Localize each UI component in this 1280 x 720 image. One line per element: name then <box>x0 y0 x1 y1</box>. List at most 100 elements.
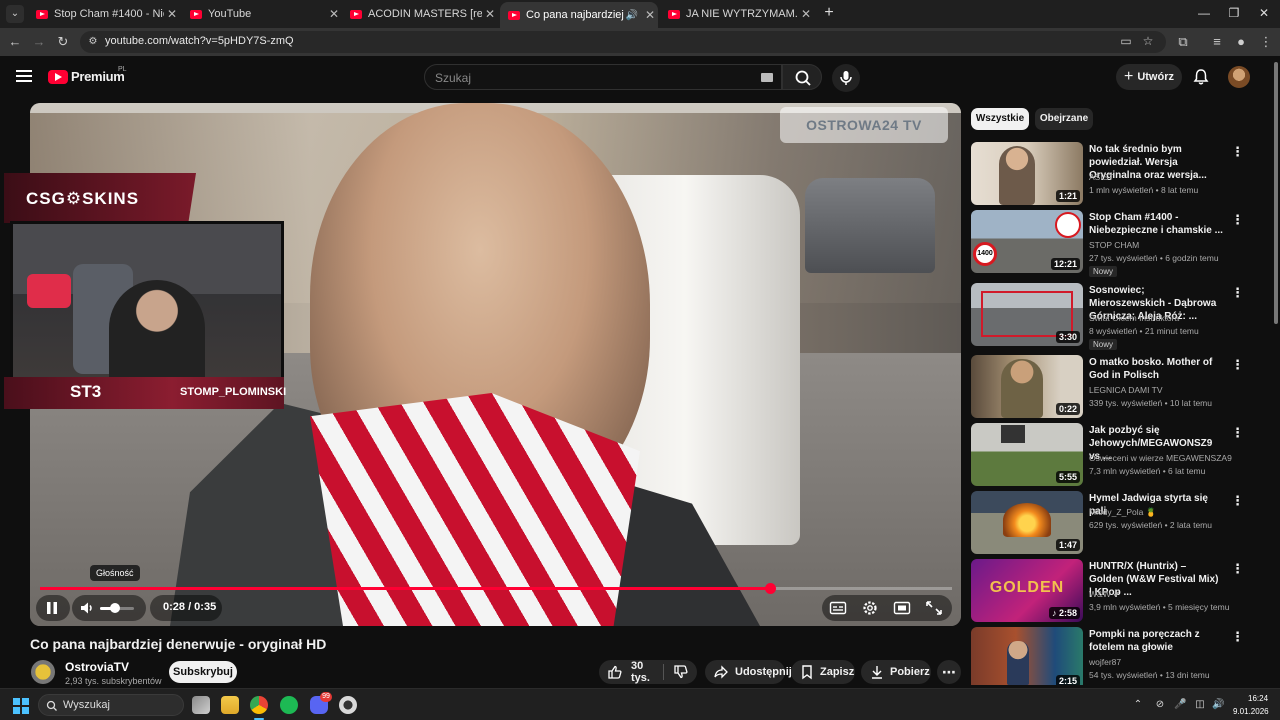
profile-icon[interactable]: ● <box>1233 34 1249 50</box>
browser-tab-4-active[interactable]: Co pana najbardziej denerwuje 🔊 ✕ <box>500 2 658 28</box>
more-vertical-icon[interactable]: ⋮ <box>1231 493 1244 509</box>
audio-playing-icon[interactable]: 🔊 <box>626 10 638 21</box>
video-thumbnail[interactable]: 2:15 <box>971 627 1083 685</box>
cast-icon[interactable]: ▭ <box>1118 34 1134 48</box>
recommended-video-2[interactable]: 1400 12:21 Stop Cham #1400 - Niebezpiecz… <box>971 210 1247 277</box>
task-view-icon[interactable] <box>192 696 210 714</box>
more-vertical-icon[interactable]: ⋮ <box>1231 212 1244 228</box>
search-input[interactable]: Szukaj <box>424 64 782 90</box>
tab-search-button[interactable]: ⌄ <box>6 5 24 23</box>
more-vertical-icon[interactable]: ⋮ <box>1231 285 1244 301</box>
create-button[interactable]: + Utwórz <box>1116 64 1182 90</box>
discord-icon[interactable]: 99 <box>310 692 332 714</box>
channel-name[interactable]: Oświeceni w wierze MEGAWENSZA9 <box>1089 453 1232 463</box>
recommended-video-6[interactable]: 1:47 Hymel Jadwiga styrta się pali Młody… <box>971 491 1247 555</box>
chip-all[interactable]: Wszystkie <box>971 108 1029 130</box>
more-actions-button[interactable]: ⋯ <box>937 660 961 684</box>
chrome-icon[interactable] <box>250 696 268 714</box>
channel-name[interactable]: Świat Okiem Instruktora <box>1089 313 1179 323</box>
theater-mode-icon[interactable] <box>892 599 912 617</box>
close-tab-icon[interactable]: ✕ <box>164 7 180 21</box>
more-vertical-icon[interactable]: ⋮ <box>1231 561 1244 577</box>
media-controls-icon[interactable]: ≡ <box>1209 34 1225 50</box>
taskbar-date[interactable]: 9.01.2026 <box>1233 707 1269 716</box>
taskbar-search[interactable]: Wyszukaj <box>38 694 184 716</box>
file-explorer-icon[interactable] <box>221 696 239 714</box>
browser-tab-1[interactable]: Stop Cham #1400 - Niebezpieczne ✕ <box>28 4 180 24</box>
channel-name[interactable]: wojfer87 <box>1089 657 1121 667</box>
video-thumbnail[interactable]: 5:55 <box>971 423 1083 486</box>
video-thumbnail[interactable]: 1:21 <box>971 142 1083 205</box>
channel-name[interactable]: STOP CHAM <box>1089 240 1139 250</box>
spotify-icon[interactable] <box>280 696 298 714</box>
close-tab-icon[interactable]: ✕ <box>326 7 342 21</box>
video-thumbnail[interactable]: 0:22 <box>971 355 1083 418</box>
chip-watched[interactable]: Obejrzane <box>1035 108 1093 130</box>
pause-icon[interactable] <box>44 600 60 616</box>
search-button[interactable] <box>782 64 822 90</box>
back-arrow-icon[interactable]: ← <box>7 34 23 50</box>
volume-icon[interactable] <box>78 599 96 617</box>
channel-name[interactable]: ASIST <box>1089 172 1114 182</box>
close-tab-icon[interactable]: ✕ <box>642 8 658 22</box>
download-button[interactable]: Pobierz <box>861 660 931 684</box>
channel-name[interactable]: Młody_Z_Pola 🍍 <box>1089 507 1156 518</box>
tray-overflow-icon[interactable]: ⌃ <box>1132 699 1144 711</box>
browser-tab-5[interactable]: JA NIE WYTRZYMAM.mp4 - YouTube ✕ <box>660 4 814 24</box>
microphone-tray-icon[interactable]: 🎤 <box>1174 699 1186 711</box>
more-vertical-icon[interactable]: ⋮ <box>1231 144 1244 160</box>
user-avatar[interactable] <box>1228 66 1250 88</box>
video-thumbnail[interactable]: 1400 12:21 <box>971 210 1083 273</box>
browser-tab-2[interactable]: YouTube ✕ <box>182 4 342 24</box>
obs-icon[interactable] <box>339 696 357 714</box>
browser-tab-3[interactable]: ACODIN MASTERS [reupload] ✕ <box>342 4 498 24</box>
hamburger-menu-icon[interactable] <box>16 70 32 82</box>
channel-name[interactable]: OstroviaTV <box>65 660 129 674</box>
volume-slider[interactable] <box>100 603 134 613</box>
channel-name[interactable]: LEGNICA DAMI TV <box>1089 385 1163 395</box>
new-tab-button[interactable]: + <box>822 5 836 21</box>
subscribe-button[interactable]: Subskrybuj <box>169 661 237 683</box>
recommended-video-8[interactable]: 2:15 Pompki na poręczach z fotelem na gł… <box>971 627 1247 685</box>
channel-avatar[interactable] <box>31 660 55 684</box>
close-window-icon[interactable]: ✕ <box>1256 6 1272 20</box>
video-title[interactable]: Stop Cham #1400 - Niebezpieczne i chamsk… <box>1089 211 1223 237</box>
taskbar-time[interactable]: 16:24 <box>1248 694 1268 703</box>
recommended-video-5[interactable]: 5:55 Jak pozbyć się Jehowych/MEGAWONSZ9 … <box>971 423 1247 487</box>
bookmark-star-icon[interactable]: ☆ <box>1140 34 1156 48</box>
address-bar[interactable]: ⚙ youtube.com/watch?v=5pHDY7S-zmQ ▭ ☆ <box>80 31 1166 53</box>
progress-scrubber[interactable] <box>764 583 776 594</box>
channel-name[interactable]: W&W ✔ <box>1089 589 1120 600</box>
forward-arrow-icon[interactable]: → <box>31 34 47 50</box>
close-tab-icon[interactable]: ✕ <box>482 7 498 21</box>
extensions-icon[interactable]: ⧉ <box>1175 34 1191 50</box>
recommended-video-3[interactable]: 3:30 Sosnowiec; Mieroszewskich - Dąbrowa… <box>971 283 1247 350</box>
save-button[interactable]: Zapisz <box>791 660 855 684</box>
youtube-premium-logo[interactable]: Premium PL <box>48 66 127 84</box>
video-thumbnail[interactable]: 3:30 <box>971 283 1083 346</box>
more-vertical-icon[interactable]: ⋮ <box>1231 357 1244 373</box>
recommended-video-7[interactable]: GOLDEN ♪ 2:58 HUNTR/X (Huntrix) – Golden… <box>971 559 1247 623</box>
recommended-video-1[interactable]: 1:21 No tak średnio bym powiedział. Wers… <box>971 142 1247 206</box>
scrollbar-thumb[interactable] <box>1274 62 1278 324</box>
reload-icon[interactable]: ↻ <box>55 34 71 50</box>
site-info-icon[interactable]: ⚙ <box>86 35 100 49</box>
voice-search-button[interactable] <box>832 64 860 92</box>
restore-window-icon[interactable]: ❐ <box>1226 6 1242 20</box>
more-vertical-icon[interactable]: ⋮ <box>1231 425 1244 441</box>
settings-gear-icon[interactable] <box>860 599 880 617</box>
dislike-button[interactable] <box>664 664 697 680</box>
video-title[interactable]: Pompki na poręczach z fotelem na głowie <box>1089 628 1223 654</box>
keyboard-icon[interactable] <box>761 73 773 82</box>
minimize-window-icon[interactable]: — <box>1196 6 1212 20</box>
video-thumbnail[interactable]: GOLDEN ♪ 2:58 <box>971 559 1083 622</box>
video-thumbnail[interactable]: 1:47 <box>971 491 1083 554</box>
subtitles-icon[interactable] <box>828 599 848 617</box>
wifi-icon[interactable]: ◫ <box>1194 699 1206 711</box>
close-tab-icon[interactable]: ✕ <box>798 7 814 21</box>
network-icon[interactable]: ⊘ <box>1154 699 1166 711</box>
share-button[interactable]: Udostępnij <box>705 660 792 684</box>
browser-menu-icon[interactable]: ⋮ <box>1258 34 1274 50</box>
volume-tray-icon[interactable]: 🔊 <box>1212 699 1224 711</box>
notifications-bell-icon[interactable] <box>1192 68 1210 86</box>
